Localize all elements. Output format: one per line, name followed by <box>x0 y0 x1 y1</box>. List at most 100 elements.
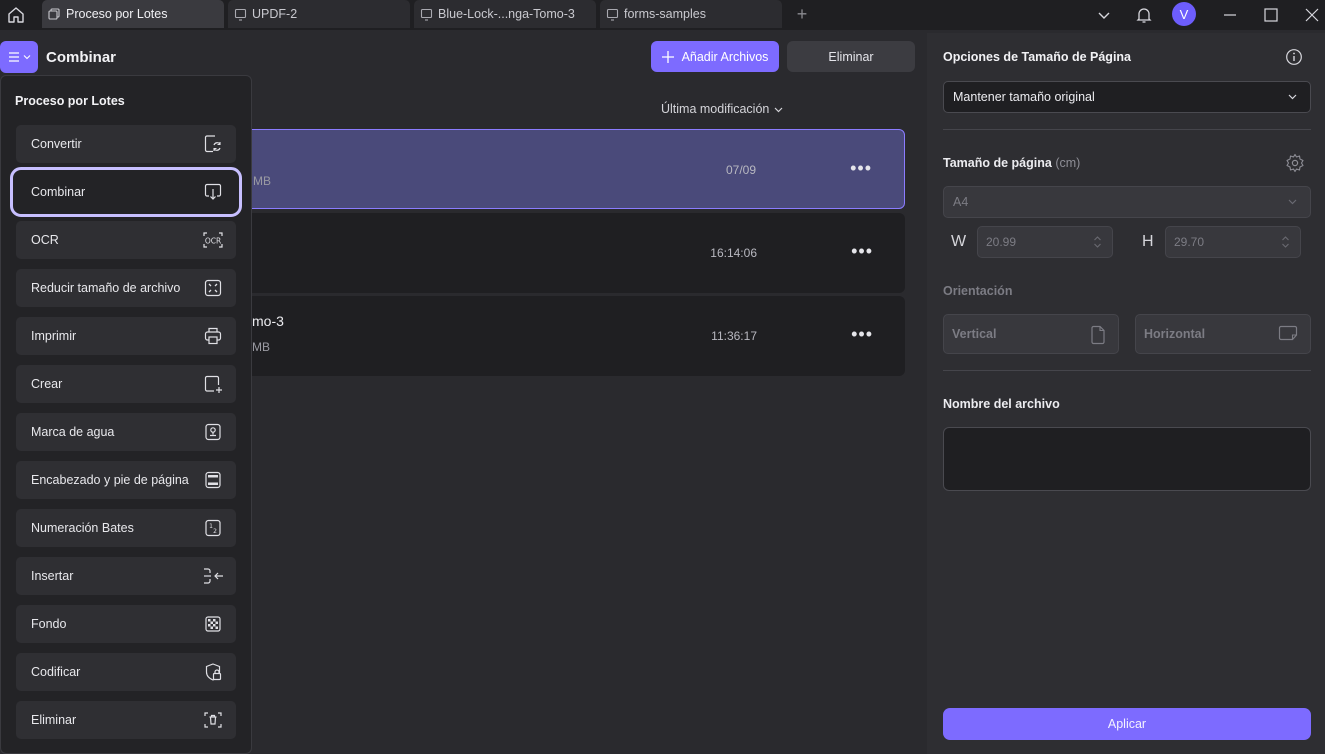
orientation-label: Orientación <box>943 284 1013 298</box>
bell-icon[interactable] <box>1132 3 1156 27</box>
home-icon[interactable] <box>4 3 28 27</box>
menu-item-label: Numeración Bates <box>31 521 134 535</box>
batch-icon <box>48 7 62 21</box>
menu-item-marca-de-agua[interactable]: Marca de agua <box>16 413 236 451</box>
menu-item-ocr[interactable]: OCR OCR <box>16 221 236 259</box>
insert-icon <box>202 565 224 587</box>
menu-item-encabezado[interactable]: Encabezado y pie de página <box>16 461 236 499</box>
avatar[interactable]: V <box>1172 2 1196 26</box>
batch-menu-button[interactable] <box>0 41 38 73</box>
file-row[interactable]: MB 07/09 ••• <box>240 129 905 209</box>
menu-item-label: Insertar <box>31 569 74 583</box>
file-date: 11:36:17 <box>711 329 757 343</box>
ocr-icon: OCR <box>202 229 224 251</box>
document-icon <box>234 7 248 21</box>
chevron-down-icon[interactable] <box>1092 3 1116 27</box>
tab-label: Proceso por Lotes <box>66 7 168 21</box>
file-size: MB <box>253 174 271 188</box>
menu-icon <box>8 52 19 62</box>
add-files-button[interactable]: Añadir Archivos <box>651 41 779 72</box>
file-date: 16:14:06 <box>710 246 757 260</box>
menu-item-reducir[interactable]: Reducir tamaño de archivo <box>16 269 236 307</box>
horizontal-option[interactable]: Horizontal <box>1135 314 1311 354</box>
menu-item-crear[interactable]: Crear <box>16 365 236 403</box>
menu-item-codificar[interactable]: Codificar <box>16 653 236 691</box>
plus-icon <box>661 50 674 63</box>
delete-icon <box>202 709 224 731</box>
menu-item-fondo[interactable]: Fondo <box>16 605 236 643</box>
delete-button[interactable]: Eliminar <box>787 41 915 72</box>
stepper-icon <box>1094 236 1101 248</box>
landscape-page-icon <box>1278 325 1298 341</box>
chevron-down-icon <box>1288 94 1297 100</box>
batch-menu-dropdown: Proceso por Lotes Convertir Combinar OCR… <box>0 75 252 754</box>
printer-icon <box>202 325 224 347</box>
divider <box>943 370 1311 371</box>
tab-batch-process[interactable]: Proceso por Lotes <box>42 0 224 28</box>
menu-item-eliminar[interactable]: Eliminar <box>16 701 236 739</box>
menu-item-bates[interactable]: Numeración Bates 12 <box>16 509 236 547</box>
chevron-down-icon <box>23 55 30 60</box>
background-icon <box>202 613 224 635</box>
horizontal-label: Horizontal <box>1144 327 1206 341</box>
menu-item-label: Crear <box>31 377 63 391</box>
menu-item-label: Codificar <box>31 665 81 679</box>
panel-title: Opciones de Tamaño de Página <box>943 50 1132 64</box>
menu-item-convertir[interactable]: Convertir <box>16 125 236 163</box>
apply-button[interactable]: Aplicar <box>943 708 1311 740</box>
height-input[interactable]: 29.70 <box>1165 226 1301 258</box>
tab-label: Blue-Lock-...nga-Tomo-3 <box>438 7 575 21</box>
menu-item-label: OCR <box>31 233 59 247</box>
gear-icon[interactable] <box>1285 153 1304 173</box>
maximize-icon[interactable] <box>1259 3 1283 27</box>
svg-text:2: 2 <box>213 528 217 535</box>
sort-dropdown[interactable]: Última modificación <box>661 102 783 116</box>
new-tab-button[interactable]: + <box>792 4 812 24</box>
menu-item-label: Eliminar <box>31 713 77 727</box>
vertical-option[interactable]: Vertical <box>943 314 1119 354</box>
width-value: 20.99 <box>986 235 1017 249</box>
filename-input[interactable] <box>943 427 1311 491</box>
menu-item-imprimir[interactable]: Imprimir <box>16 317 236 355</box>
menu-item-label: Marca de agua <box>31 425 115 439</box>
page-size-value: A4 <box>953 195 969 209</box>
menu-item-insertar[interactable]: Insertar <box>16 557 236 595</box>
divider <box>943 129 1311 130</box>
size-option-value: Mantener tamaño original <box>953 90 1095 104</box>
tab-updf-2[interactable]: UPDF-2 <box>228 0 410 28</box>
menu-item-label: Encabezado y pie de página <box>31 473 189 487</box>
filename-label: Nombre del archivo <box>943 397 1060 411</box>
file-date: 07/09 <box>725 163 756 177</box>
file-name: mo-3 <box>252 313 284 329</box>
tab-forms-samples[interactable]: forms-samples <box>600 0 782 28</box>
menu-item-combinar[interactable]: Combinar <box>10 167 242 217</box>
menu-item-label: Convertir <box>31 137 82 151</box>
menu-item-label: Imprimir <box>31 329 77 343</box>
file-row[interactable]: mo-3 MB 11:36:17 ••• <box>240 296 905 376</box>
more-options-button[interactable]: ••• <box>851 241 873 262</box>
tab-label: forms-samples <box>624 7 706 21</box>
page-size-select[interactable]: A4 <box>943 186 1311 218</box>
vertical-label: Vertical <box>952 327 997 341</box>
more-options-button[interactable]: ••• <box>851 324 873 345</box>
create-icon <box>202 373 224 395</box>
minimize-icon[interactable] <box>1218 3 1242 27</box>
more-options-button[interactable]: ••• <box>850 158 872 179</box>
width-input[interactable]: 20.99 <box>977 226 1113 258</box>
width-label: W <box>951 233 967 250</box>
compress-icon <box>202 277 224 299</box>
menu-item-label: Reducir tamaño de archivo <box>31 281 181 295</box>
size-option-select[interactable]: Mantener tamaño original <box>943 81 1311 113</box>
info-icon[interactable] <box>1285 48 1303 66</box>
combine-icon <box>202 181 224 203</box>
watermark-icon <box>202 421 224 443</box>
encrypt-icon <box>202 661 224 683</box>
chevron-down-icon <box>1288 199 1297 205</box>
bates-icon: 12 <box>202 517 224 539</box>
close-icon[interactable] <box>1300 3 1324 27</box>
svg-text:OCR: OCR <box>205 237 221 246</box>
page-size-options-panel: Opciones de Tamaño de Página Mantener ta… <box>927 33 1325 754</box>
tab-blue-lock[interactable]: Blue-Lock-...nga-Tomo-3 <box>414 0 596 28</box>
menu-item-label: Combinar <box>31 185 86 199</box>
file-row[interactable]: 16:14:06 ••• <box>240 213 905 293</box>
